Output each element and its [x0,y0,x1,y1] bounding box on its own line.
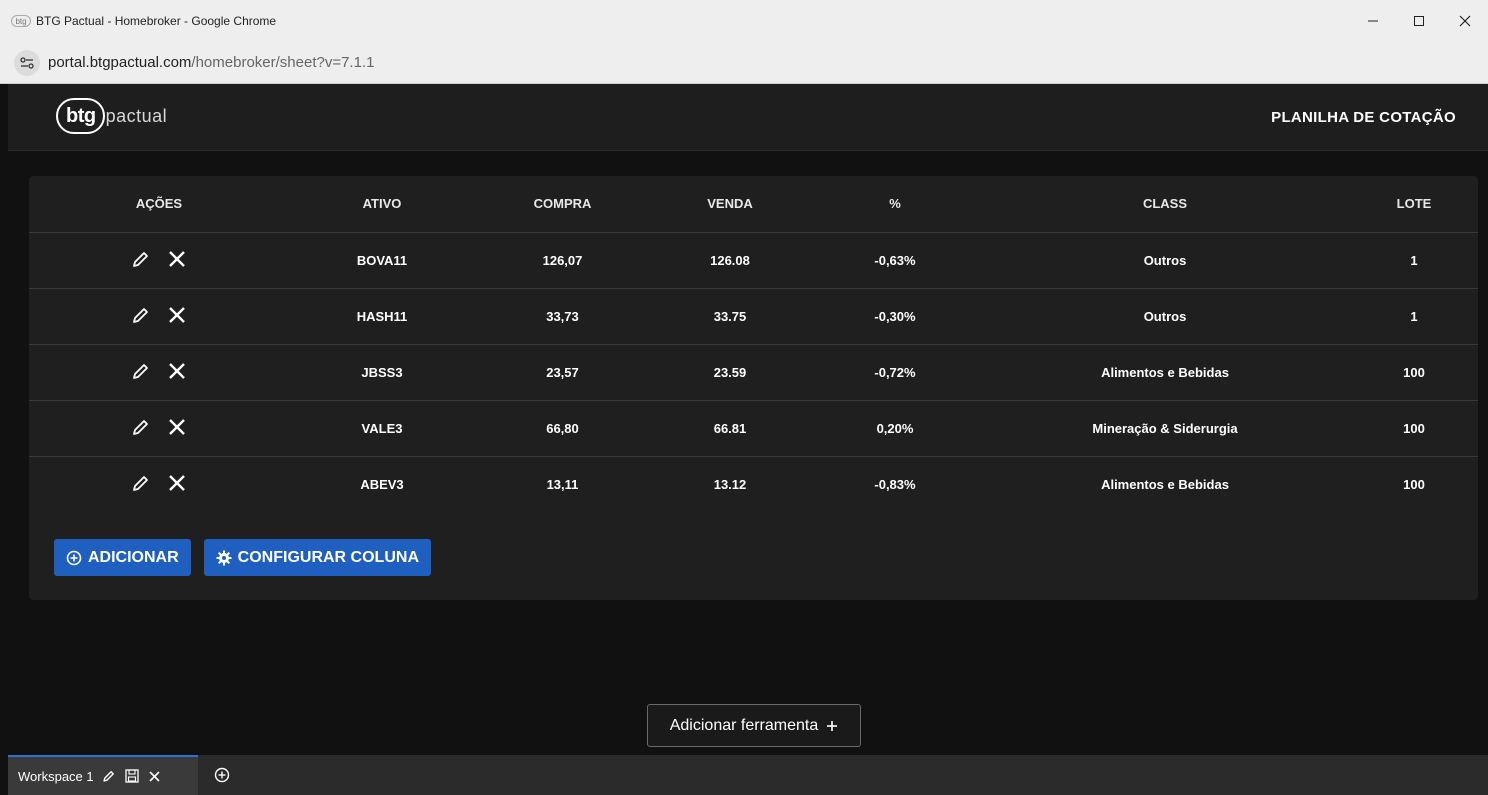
quote-table: AÇÕES ATIVO COMPRA VENDA % CLASS LOTE BO… [29,176,1478,512]
add-workspace-icon[interactable] [212,765,232,785]
url-host: portal.btgpactual.com [48,54,192,71]
cell-ativo: VALE3 [289,400,475,457]
table-row: ABEV3 13,11 13.12 -0,83% Alimentos e Beb… [29,456,1478,512]
edit-pencil-icon[interactable] [130,416,152,438]
cell-venda: 66.81 [650,400,810,457]
cell-class: Alimentos e Bebidas [1101,476,1229,492]
column-header-acoes: AÇÕES [29,176,289,233]
logo-sub: pactual [105,105,168,126]
maximize-icon [1414,16,1424,26]
column-header-venda: VENDA [650,176,810,233]
column-header-ativo: ATIVO [289,176,475,233]
cell-ativo: BOVA11 [289,232,475,289]
close-icon [1459,15,1471,27]
minimize-icon [1368,20,1378,22]
cell-lote: 100 [1350,400,1478,457]
cell-venda: 13.12 [713,476,747,492]
edit-pencil-icon[interactable] [101,768,117,784]
address-bar: portal.btgpactual.com/homebroker/sheet?v… [0,42,1488,84]
minimize-button[interactable] [1350,0,1396,42]
cell-compra: 126,07 [475,232,650,289]
plus-icon [827,720,838,731]
cell-percent: 0,20% [810,400,980,457]
cell-lote: 100 [1403,476,1425,492]
cell-ativo: HASH11 [289,288,475,345]
cell-venda: 23.59 [650,344,810,401]
sheet-actions: ADICIONAR CONFIGURAR COLUNA [54,539,431,576]
gear-icon [216,550,232,565]
column-header-class: CLASS [980,176,1350,233]
cell-compra: 23,57 [475,344,650,401]
configure-columns-label: CONFIGURAR COLUNA [237,548,419,566]
cell-percent: -0,30% [810,288,980,345]
cell-percent: -0,72% [810,344,980,401]
maximize-button[interactable] [1396,0,1442,42]
quote-sheet-panel: AÇÕES ATIVO COMPRA VENDA % CLASS LOTE BO… [29,176,1478,600]
add-asset-label: ADICIONAR [88,548,179,566]
column-header-lote: LOTE [1350,176,1478,233]
app-header: btg pactual PLANILHA DE COTAÇÃO [8,84,1488,151]
cell-venda: 33.75 [650,288,810,345]
column-header-percent: % [810,176,980,233]
page-title: PLANILHA DE COTAÇÃO [1271,109,1456,126]
window-title: BTG Pactual - Homebroker - Google Chrome [36,14,277,28]
site-settings-icon [20,56,34,69]
cell-percent: -0,83% [874,476,916,492]
configure-columns-button[interactable]: CONFIGURAR COLUNA [203,539,431,576]
url-path: /homebroker/sheet?v=7.1.1 [191,54,375,71]
cell-class: Outros [980,288,1350,345]
workspace-tab-label: Workspace 1 [18,768,94,784]
cell-class: Alimentos e Bebidas [980,344,1350,401]
cell-percent: -0,63% [810,232,980,289]
cell-ativo: JBSS3 [289,344,475,401]
edit-pencil-icon[interactable] [130,304,152,326]
btg-logo[interactable]: btg pactual [56,96,167,136]
add-circle-icon [66,550,82,565]
remove-x-icon[interactable] [166,248,188,270]
remove-x-icon[interactable] [166,304,188,326]
close-workspace-icon[interactable] [147,768,163,784]
column-header-compra: COMPRA [475,176,650,233]
logo-main: btg [56,98,105,134]
remove-x-icon[interactable] [166,416,188,438]
close-window-button[interactable] [1442,0,1488,42]
cell-lote: 1 [1350,288,1478,345]
cell-compra: 13,11 [546,476,579,492]
cell-compra: 66,80 [475,400,650,457]
cell-lote: 100 [1350,344,1478,401]
edit-pencil-icon[interactable] [130,360,152,382]
edit-pencil-icon[interactable] [130,248,152,270]
add-asset-button[interactable]: ADICIONAR [54,539,191,576]
edit-pencil-icon[interactable] [130,472,152,494]
add-tool-button[interactable]: Adicionar ferramenta [647,704,861,747]
add-tool-label: Adicionar ferramenta [669,716,819,734]
main-area: AÇÕES ATIVO COMPRA VENDA % CLASS LOTE BO… [8,151,1488,755]
cell-ativo: ABEV3 [360,476,404,492]
cell-compra: 33,73 [475,288,650,345]
cell-class: Mineração & Siderurgia [980,400,1350,457]
workspace-bar: Workspace 1 [8,755,1488,795]
url-field[interactable]: portal.btgpactual.com/homebroker/sheet?v… [48,54,374,71]
table-row: JBSS3 23,57 23.59 -0,72% Alimentos e Beb… [29,344,1478,401]
window-controls [1350,0,1488,42]
cell-class: Outros [980,232,1350,289]
cell-venda: 126.08 [650,232,810,289]
save-disk-icon[interactable] [124,768,140,784]
site-info-button[interactable] [14,49,40,76]
remove-x-icon[interactable] [166,472,188,494]
remove-x-icon[interactable] [166,360,188,382]
btg-favicon-icon: btg [11,15,31,27]
table-row: VALE3 66,80 66.81 0,20% Mineração & Side… [29,400,1478,457]
table-row: HASH11 33,73 33.75 -0,30% Outros 1 [29,288,1478,345]
workspace-tab[interactable]: Workspace 1 [8,755,198,795]
window-titlebar: btg BTG Pactual - Homebroker - Google Ch… [0,0,1488,42]
table-row: BOVA11 126,07 126.08 -0,63% Outros 1 [29,232,1478,289]
table-header-row: AÇÕES ATIVO COMPRA VENDA % CLASS LOTE [29,176,1478,233]
cell-lote: 1 [1350,232,1478,289]
